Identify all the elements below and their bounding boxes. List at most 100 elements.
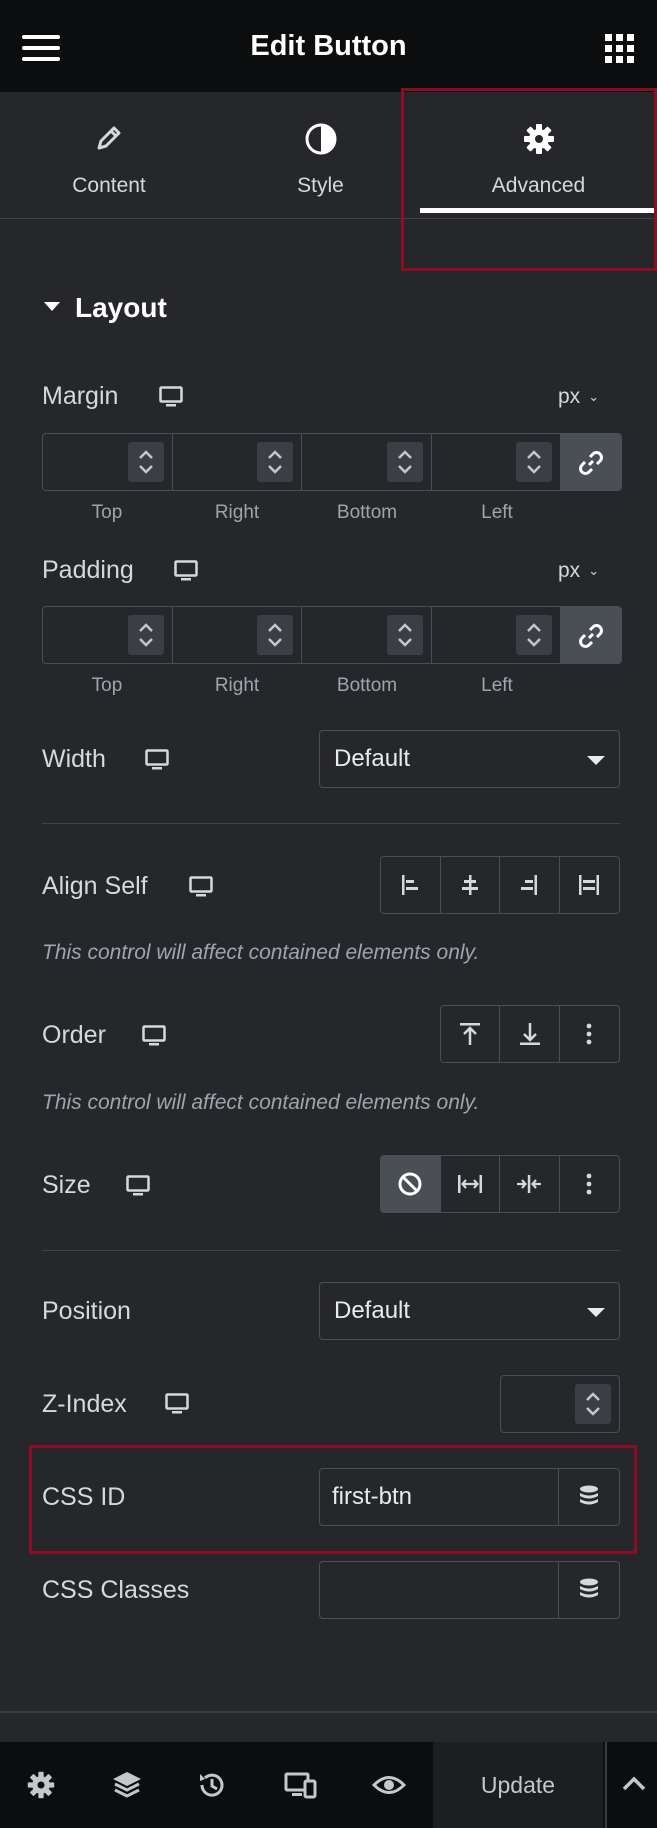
margin-bottom-input[interactable] [302,434,432,490]
section-layout-title[interactable]: Layout [75,292,167,324]
tab-content-label: Content [72,174,146,197]
tab-content[interactable]: Content [0,92,218,218]
pencil-icon [97,126,121,150]
size-none-button[interactable] [381,1156,441,1212]
ban-icon [398,1172,422,1196]
margin-top-input[interactable] [43,434,173,490]
side-label-right: Right [214,675,260,696]
align-self-note: This control will affect contained eleme… [42,941,480,964]
dropdown-arrow-icon [587,756,605,765]
order-start-button[interactable] [441,1006,501,1062]
side-label-left: Left [481,675,513,696]
stepper-icon[interactable] [516,615,553,655]
margin-right-input[interactable] [173,434,303,490]
more-vertical-icon [586,1173,592,1195]
desktop-icon[interactable] [145,749,169,771]
desktop-icon[interactable] [159,386,183,408]
margin-unit-value: px [558,385,581,408]
margin-left-input[interactable] [432,434,562,490]
padding-top-input[interactable] [43,607,173,663]
stepper-icon[interactable] [127,442,164,482]
align-start-icon [402,875,419,895]
stepper-icon[interactable] [386,442,423,482]
align-stretch-button[interactable] [560,857,620,913]
align-start-button[interactable] [381,857,441,913]
css-id-input[interactable]: first-btn [320,1469,560,1525]
divider [42,1250,620,1251]
stepper-icon[interactable] [516,442,553,482]
css-id-label: CSS ID [42,1483,126,1511]
stepper-icon[interactable] [257,615,294,655]
divider [42,823,620,824]
highlight-advanced-tab [401,88,657,271]
editor-footer: Update [0,1742,657,1828]
desktop-icon[interactable] [142,1025,166,1047]
eye-icon[interactable] [372,1770,406,1800]
order-buttons [440,1005,620,1063]
responsive-devices-icon[interactable] [284,1770,318,1800]
settings-gear-icon[interactable] [26,1770,56,1800]
size-label: Size [42,1171,91,1199]
update-button[interactable]: Update [433,1742,603,1828]
stepper-icon[interactable] [257,442,294,482]
tab-style[interactable]: Style [218,92,423,218]
padding-side-labels: Top Right Bottom Left [42,675,562,697]
padding-right-input[interactable] [173,607,303,663]
order-end-button[interactable] [500,1006,560,1062]
padding-left-input[interactable] [432,607,562,663]
layers-icon[interactable] [111,1770,143,1800]
stepper-icon[interactable] [386,615,423,655]
css-classes-label: CSS Classes [42,1576,190,1604]
margin-unit-select[interactable]: px ⌄ [558,385,599,409]
padding-unit-value: px [558,559,581,582]
order-note: This control will affect contained eleme… [42,1091,480,1114]
margin-label: Margin [42,382,119,410]
dynamic-tags-button[interactable] [559,1469,619,1525]
link-icon [579,624,604,648]
desktop-icon[interactable] [189,876,213,898]
more-vertical-icon [586,1023,592,1045]
side-label-left: Left [481,502,513,523]
position-select[interactable]: Default [319,1282,620,1340]
dynamic-tags-button[interactable] [559,1562,619,1618]
arrow-down-to-line-icon [519,1023,540,1045]
compress-horizontal-icon [517,1175,542,1193]
link-icon [579,451,604,475]
margin-side-labels: Top Right Bottom Left [42,502,562,524]
expand-horizontal-icon [457,1175,482,1193]
caret-down-icon[interactable] [44,302,60,311]
position-select-value: Default [334,1297,411,1324]
size-shrink-button[interactable] [500,1156,560,1212]
stepper-icon[interactable] [127,615,164,655]
desktop-icon[interactable] [174,560,198,582]
side-label-bottom: Bottom [336,675,398,696]
align-end-icon [521,875,538,895]
margin-link-button[interactable] [561,434,621,490]
padding-unit-select[interactable]: px ⌄ [558,559,599,583]
zindex-input[interactable] [500,1375,620,1433]
order-label: Order [42,1021,106,1049]
align-center-button[interactable] [441,857,500,913]
size-grow-button[interactable] [441,1156,500,1212]
width-select[interactable]: Default [319,730,620,788]
css-id-value: first-btn [332,1483,413,1510]
history-icon[interactable] [197,1770,227,1800]
align-end-button[interactable] [500,857,560,913]
dropdown-arrow-icon [587,1308,605,1317]
half-circle-icon [305,123,336,155]
order-custom-button[interactable] [560,1006,619,1062]
padding-link-button[interactable] [561,607,621,663]
size-custom-button[interactable] [560,1156,620,1212]
desktop-icon[interactable] [165,1393,189,1415]
zindex-label: Z-Index [42,1390,127,1418]
side-label-top: Top [91,502,123,523]
editor-header: Edit Button [0,0,657,92]
stepper-icon[interactable] [575,1384,611,1424]
css-classes-input[interactable] [320,1562,560,1618]
grid-icon[interactable] [605,34,634,63]
database-icon [580,1578,599,1598]
align-self-label: Align Self [42,872,148,900]
padding-bottom-input[interactable] [302,607,432,663]
desktop-icon[interactable] [126,1175,150,1197]
chevron-up-icon[interactable] [621,1774,647,1792]
